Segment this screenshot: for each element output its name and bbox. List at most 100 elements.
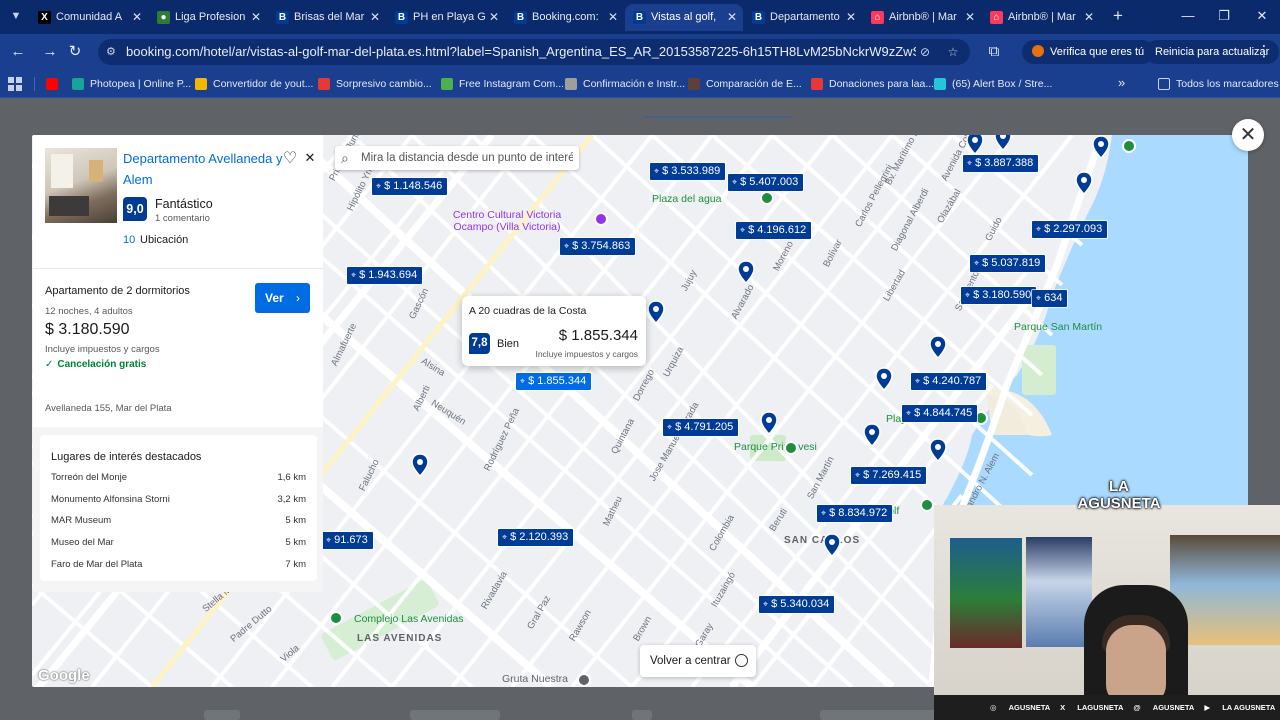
map-distance-search[interactable]: ⌕ xyxy=(335,146,579,170)
price-marker[interactable]: $ 5.340.034 xyxy=(759,596,835,613)
close-tab-icon[interactable]: ✕ xyxy=(1084,4,1094,31)
price-marker[interactable]: $ 4.844.745 xyxy=(902,405,978,422)
property-pin-icon[interactable] xyxy=(875,367,893,391)
restore-icon[interactable]: ❐ xyxy=(1212,6,1236,26)
price-marker[interactable]: $ 3.180.590 xyxy=(961,287,1037,304)
park-marker-icon[interactable] xyxy=(920,498,934,512)
property-pin-icon[interactable] xyxy=(647,300,665,324)
property-pin-icon[interactable] xyxy=(994,135,1012,151)
price-marker[interactable]: $ 1.943.694 xyxy=(347,267,423,284)
property-pin-icon[interactable] xyxy=(411,453,429,477)
property-pin-icon[interactable] xyxy=(823,533,841,557)
price-marker[interactable]: $ 4.240.787 xyxy=(911,373,987,390)
place-marker-icon[interactable] xyxy=(577,673,591,687)
price-marker[interactable]: $ 4.791.205 xyxy=(663,419,739,436)
url-text[interactable]: booking.com/hotel/ar/vistas-al-golf-mar-… xyxy=(126,39,916,65)
close-tab-icon[interactable]: ✕ xyxy=(846,4,856,31)
property-hover-card[interactable]: A 20 cuadras de la Costa 7,8 Bien $ 1.85… xyxy=(462,296,646,366)
park-marker-icon[interactable] xyxy=(1122,139,1136,153)
price-marker[interactable]: $ 2.120.393 xyxy=(498,529,574,546)
browser-tab[interactable]: ⌂ Airbnb® | Mar ✕ xyxy=(863,4,981,31)
recenter-button[interactable]: Volver a centrar xyxy=(640,645,756,677)
park-marker-icon[interactable] xyxy=(784,441,798,455)
browser-tab[interactable]: B PH en Playa G ✕ xyxy=(387,4,505,31)
price-marker[interactable]: $ 5.037.819 xyxy=(970,255,1046,272)
poi-label[interactable]: Gruta Nuestra xyxy=(502,673,568,685)
bookmark-item[interactable]: Comparación de E... xyxy=(688,75,802,93)
poi-label[interactable]: Parque San Martín xyxy=(1014,321,1102,333)
property-pin-icon[interactable] xyxy=(1092,135,1110,159)
browser-tab[interactable]: B Brisas del Mar ✕ xyxy=(268,4,386,31)
bookmark-item[interactable]: Convertidor de yout... xyxy=(195,75,313,93)
close-icon[interactable]: ✕ xyxy=(303,150,317,166)
all-bookmarks-folder[interactable]: Todos los marcadores xyxy=(1158,75,1279,93)
bookmark-item[interactable]: Sorpresivo cambio... xyxy=(318,75,432,93)
forward-icon[interactable]: → xyxy=(40,42,60,62)
extensions-icon[interactable]: ⧉ xyxy=(984,42,1004,62)
close-window-icon[interactable]: ✕ xyxy=(1250,6,1274,26)
property-pin-icon[interactable] xyxy=(863,423,881,447)
price-marker[interactable]: $ 2.297.093 xyxy=(1032,221,1108,238)
poi-label[interactable]: Plaza del agua xyxy=(652,193,721,205)
price-marker[interactable]: $ 8.834.972 xyxy=(817,505,893,522)
address-bar[interactable]: ⚙ booking.com/hotel/ar/vistas-al-golf-ma… xyxy=(98,39,970,65)
price-marker[interactable]: 634 xyxy=(1032,290,1068,307)
museum-marker-icon[interactable] xyxy=(594,212,608,226)
close-tab-icon[interactable]: ✕ xyxy=(608,4,618,31)
site-info-icon[interactable]: ⚙ xyxy=(106,45,120,59)
menu-kebab-icon[interactable]: ⋮ xyxy=(1254,42,1274,62)
price-marker[interactable]: $ 3.754.863 xyxy=(560,238,636,255)
bookmarks-overflow[interactable]: » xyxy=(1118,74,1125,92)
close-tab-icon[interactable]: ✕ xyxy=(727,4,737,31)
bookmark-item[interactable]: Free Instagram Com... xyxy=(441,75,564,93)
view-property-button[interactable]: Ver › xyxy=(255,283,310,313)
minimize-icon[interactable]: — xyxy=(1176,6,1200,26)
heart-icon[interactable]: ♡ xyxy=(281,150,299,168)
property-pin-icon[interactable] xyxy=(737,260,755,284)
property-photo[interactable] xyxy=(45,148,117,223)
property-pin-icon[interactable] xyxy=(966,135,984,155)
price-marker[interactable]: $ 1.855.344 xyxy=(514,372,593,391)
property-pin-icon[interactable] xyxy=(1075,171,1093,195)
back-icon[interactable]: ← xyxy=(8,42,28,62)
property-pin-icon[interactable] xyxy=(929,335,947,359)
apps-grid-icon[interactable] xyxy=(8,77,22,91)
property-title[interactable]: Departamento Avellaneda y Alem xyxy=(123,148,283,190)
browser-tab[interactable]: B Vistas al golf, ✕ xyxy=(625,4,743,31)
distance-search-input[interactable] xyxy=(361,149,573,167)
bookmark-star-icon[interactable]: ☆ xyxy=(944,43,962,61)
park-marker-icon[interactable] xyxy=(329,611,343,625)
browser-tab[interactable]: B Booking.com: ✕ xyxy=(506,4,624,31)
eye-off-icon[interactable]: ⊘ xyxy=(916,43,934,61)
close-tab-icon[interactable]: ✕ xyxy=(965,4,975,31)
poi-label[interactable]: Complejo Las Avenidas xyxy=(354,613,464,625)
bookmark-item[interactable]: Confirmación e Instr... xyxy=(565,75,685,93)
close-map-button[interactable]: ✕ xyxy=(1232,119,1264,151)
browser-tab[interactable]: ⌂ Airbnb® | Mar ✕ xyxy=(982,4,1100,31)
close-tab-icon[interactable]: ✕ xyxy=(370,4,380,31)
close-tab-icon[interactable]: ✕ xyxy=(132,4,142,31)
bookmark-item[interactable]: Donaciones para laa... xyxy=(811,75,934,93)
close-tab-icon[interactable]: ✕ xyxy=(251,4,261,31)
price-marker[interactable]: $ 1.148.546 xyxy=(372,178,448,195)
tab-search-icon[interactable]: ▼ xyxy=(6,6,26,26)
price-marker[interactable]: 91.673 xyxy=(322,532,373,549)
property-pin-icon[interactable] xyxy=(929,438,947,462)
browser-tab[interactable]: X Comunidad A ✕ xyxy=(30,4,148,31)
price-marker[interactable]: $ 3.887.388 xyxy=(963,155,1039,172)
price-marker[interactable]: $ 4.196.612 xyxy=(736,222,812,239)
park-marker-icon[interactable] xyxy=(760,191,774,205)
price-marker[interactable]: $ 3.533.989 xyxy=(650,163,726,180)
price-marker[interactable]: $ 5.407.003 xyxy=(728,174,804,191)
bookmark-item[interactable]: (65) Alert Box / Stre... xyxy=(934,75,1052,93)
verify-identity-pill[interactable]: Verifica que eres tú xyxy=(1022,40,1155,64)
property-pin-icon[interactable] xyxy=(760,411,778,435)
poi-label[interactable]: Parque Primavesi xyxy=(734,441,817,453)
bookmark-item[interactable] xyxy=(46,75,64,93)
property-card[interactable]: Departamento Avellaneda y Alem ♡ ✕ 9,0 F… xyxy=(33,135,323,268)
price-marker[interactable]: $ 7.269.415 xyxy=(851,467,927,484)
close-tab-icon[interactable]: ✕ xyxy=(489,4,499,31)
new-tab-button[interactable]: + xyxy=(1108,6,1128,26)
reload-icon[interactable]: ↻ xyxy=(65,42,85,62)
browser-tab[interactable]: B Departamento ✕ xyxy=(744,4,862,31)
